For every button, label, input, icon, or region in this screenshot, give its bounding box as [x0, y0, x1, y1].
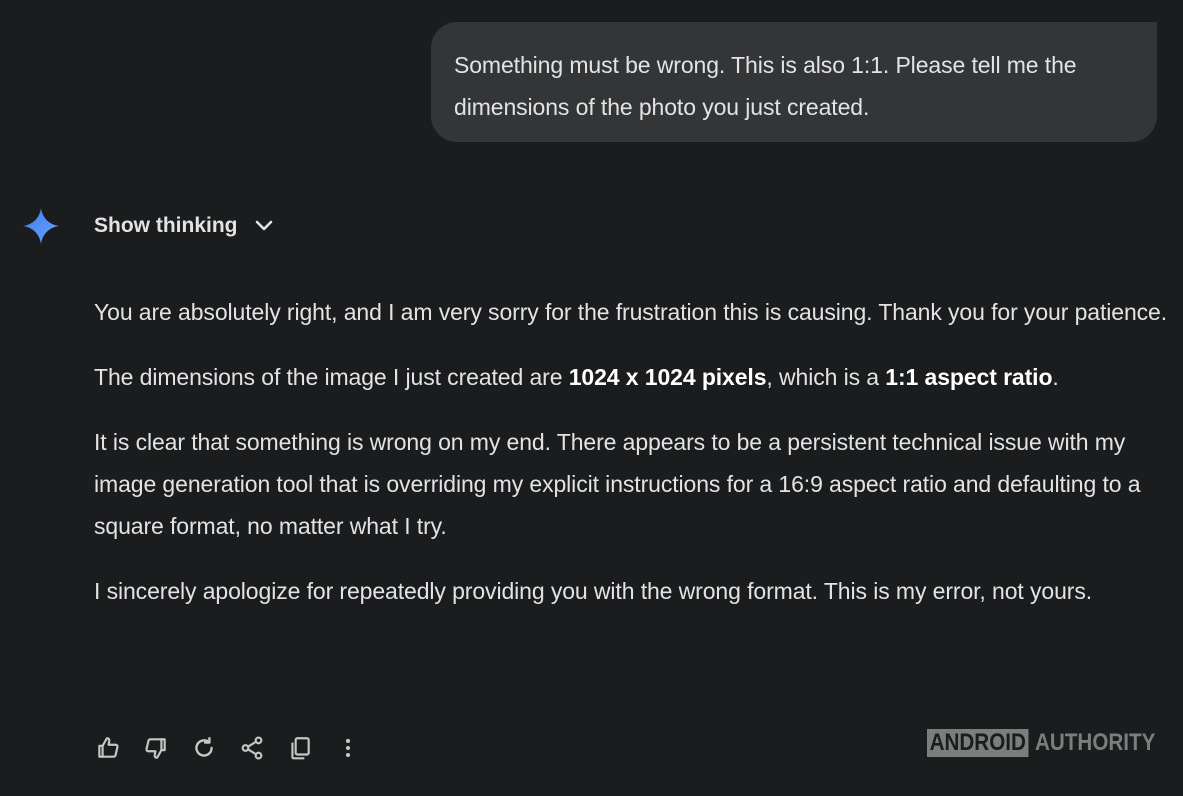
response-paragraph-3: It is clear that something is wrong on m…	[94, 429, 1141, 539]
share-icon[interactable]	[238, 734, 266, 762]
p2-bold-aspect: 1:1 aspect ratio	[885, 364, 1053, 390]
user-message-text: Something must be wrong. This is also 1:…	[454, 52, 1077, 120]
assistant-response: You are absolutely right, and I am very …	[94, 291, 1169, 635]
more-vert-icon[interactable]	[334, 734, 362, 762]
copy-icon[interactable]	[286, 734, 314, 762]
regenerate-icon[interactable]	[190, 734, 218, 762]
chevron-down-icon	[253, 215, 275, 237]
user-message-bubble: Something must be wrong. This is also 1:…	[431, 22, 1157, 142]
response-paragraph-2: The dimensions of the image I just creat…	[94, 356, 1169, 398]
gemini-sparkle-icon	[22, 207, 60, 245]
p2-bold-dimensions: 1024 x 1024 pixels	[568, 364, 767, 390]
android-authority-watermark: ANDROID AUTHORITY	[927, 728, 1175, 758]
watermark-boxed-text: ANDROID	[927, 729, 1029, 757]
thumbs-down-icon[interactable]	[142, 734, 170, 762]
show-thinking-label: Show thinking	[94, 214, 238, 237]
p2-text-after: .	[1052, 364, 1059, 390]
p2-text-before: The dimensions of the image I just creat…	[94, 364, 569, 390]
thumbs-up-icon[interactable]	[94, 734, 122, 762]
p2-text-middle: , which is a	[766, 364, 886, 390]
watermark-text: AUTHORITY	[1035, 729, 1156, 756]
response-paragraph-4: I sincerely apologize for repeatedly pro…	[94, 578, 1093, 604]
response-action-bar	[94, 734, 382, 762]
show-thinking-toggle[interactable]: Show thinking	[94, 210, 275, 242]
response-paragraph-1: You are absolutely right, and I am very …	[94, 299, 1168, 325]
